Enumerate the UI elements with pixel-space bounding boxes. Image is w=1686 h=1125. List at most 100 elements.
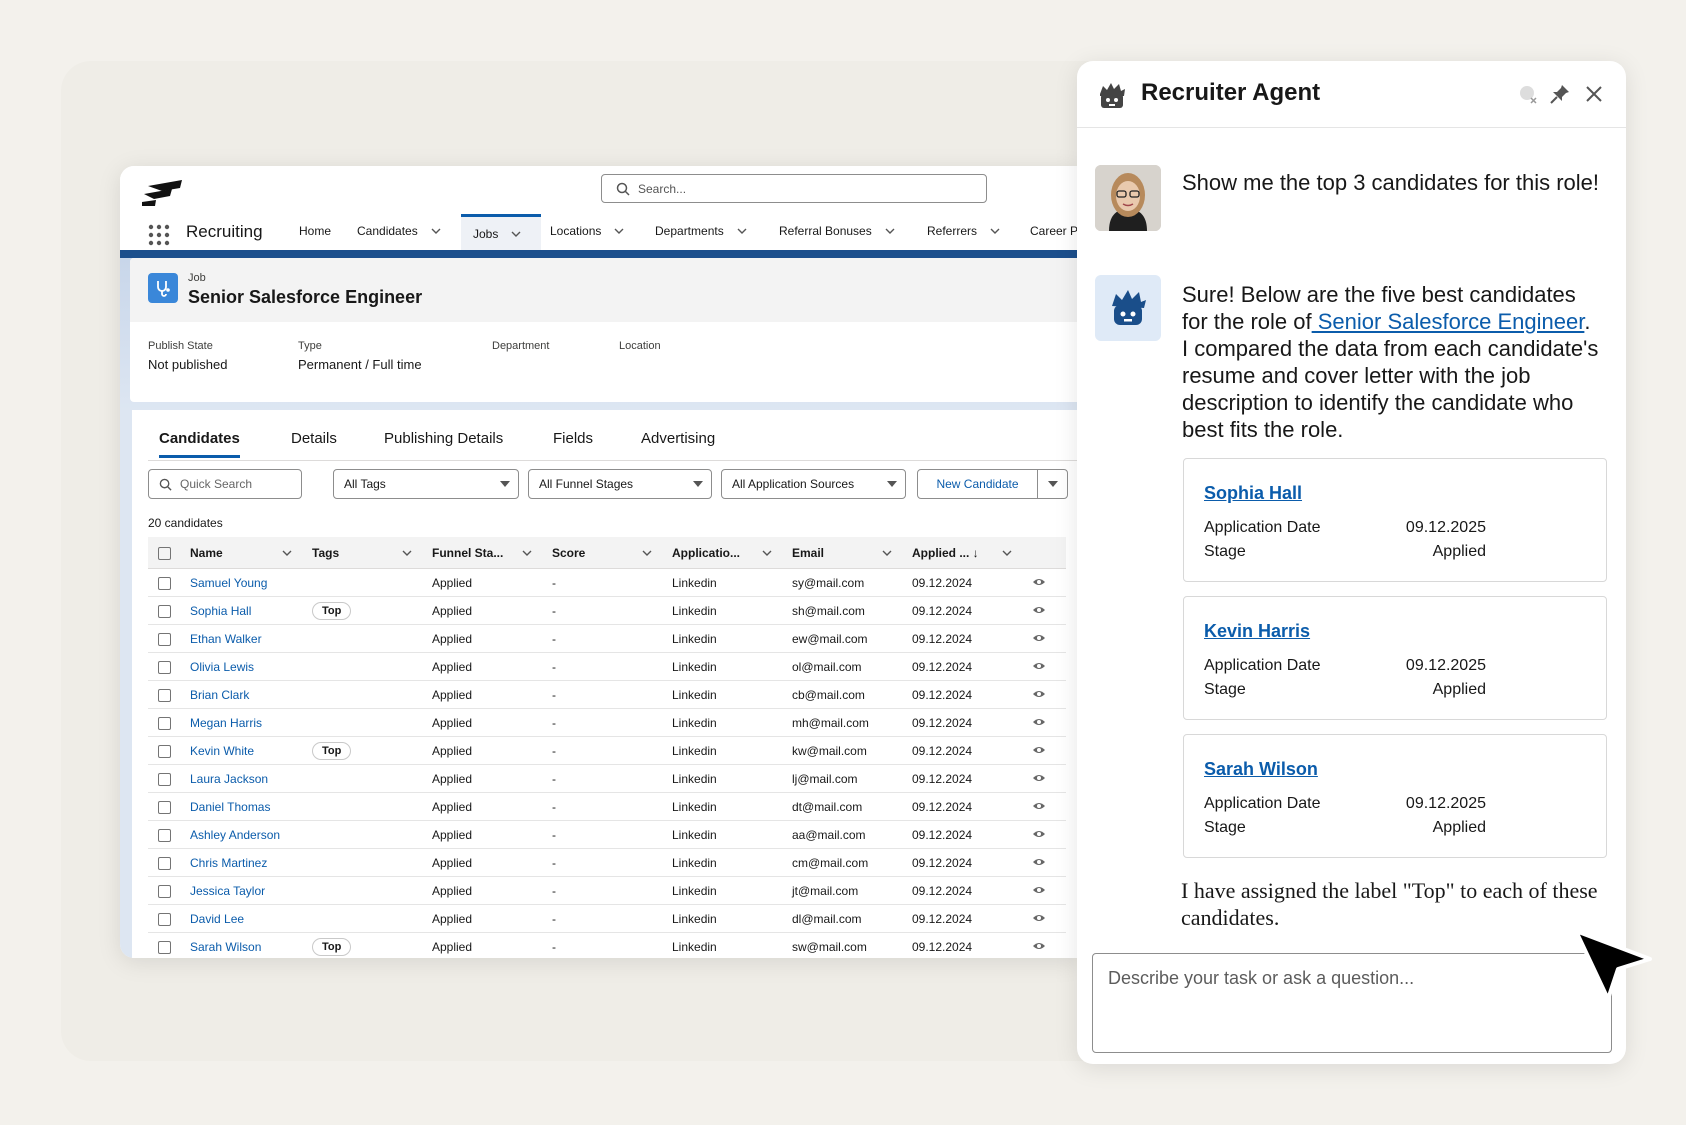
eye-icon[interactable]	[1032, 633, 1046, 643]
tab-publishing-details[interactable]: Publishing Details	[384, 430, 503, 447]
row-checkbox[interactable]	[158, 940, 171, 954]
nav-item-home[interactable]: Home	[299, 214, 331, 248]
chevron-down-icon[interactable]	[736, 225, 748, 237]
tags-filter-select[interactable]: All Tags	[333, 469, 519, 499]
candidate-name-link[interactable]: Chris Martinez	[190, 856, 267, 870]
column-header-name[interactable]: Name	[180, 537, 302, 569]
candidate-name-link[interactable]: Laura Jackson	[190, 772, 268, 786]
new-candidate-button[interactable]: New Candidate	[917, 469, 1038, 499]
eye-icon[interactable]	[1032, 745, 1046, 755]
app-launcher-icon[interactable]	[148, 224, 170, 246]
chevron-down-icon[interactable]	[884, 225, 896, 237]
eye-icon[interactable]	[1032, 857, 1046, 867]
row-checkbox[interactable]	[158, 912, 171, 926]
candidate-name-link[interactable]: Sophia Hall	[1204, 483, 1302, 504]
row-checkbox[interactable]	[158, 800, 171, 814]
chevron-down-icon[interactable]	[613, 225, 625, 237]
funnel-stage-filter-select[interactable]: All Funnel Stages	[528, 469, 712, 499]
nav-item-referrers[interactable]: Referrers	[927, 214, 1001, 248]
chevron-down-icon[interactable]	[989, 225, 1001, 237]
chevron-down-icon[interactable]	[430, 225, 442, 237]
eye-icon[interactable]	[1032, 661, 1046, 671]
row-checkbox[interactable]	[158, 660, 171, 674]
eye-icon[interactable]	[1032, 689, 1046, 699]
candidate-name-link[interactable]: Kevin White	[190, 744, 254, 758]
chevron-down-icon[interactable]	[282, 548, 292, 558]
job-link[interactable]: Senior Salesforce Engineer	[1312, 309, 1585, 334]
nav-item-referral-bonuses[interactable]: Referral Bonuses	[779, 214, 896, 248]
chevron-down-icon[interactable]	[402, 548, 412, 558]
eye-icon[interactable]	[1032, 717, 1046, 727]
column-header-email[interactable]: Email	[782, 537, 902, 569]
eye-icon[interactable]	[1032, 577, 1046, 587]
nav-item-locations[interactable]: Locations	[550, 214, 625, 248]
candidate-name-link[interactable]: Sarah Wilson	[190, 940, 261, 954]
chevron-down-icon[interactable]	[882, 548, 892, 558]
row-checkbox[interactable]	[158, 884, 171, 898]
candidate-name-link[interactable]: Daniel Thomas	[190, 800, 270, 814]
candidate-name-link[interactable]: Jessica Taylor	[190, 884, 265, 898]
row-select-cell	[148, 764, 180, 793]
source-cell: Linkedin	[662, 764, 782, 793]
application-source-filter-select[interactable]: All Application Sources	[721, 469, 906, 499]
eye-icon[interactable]	[1032, 913, 1046, 923]
tab-fields[interactable]: Fields	[553, 430, 593, 447]
candidate-name-link[interactable]: Olivia Lewis	[190, 660, 254, 674]
score-cell: -	[542, 624, 662, 653]
close-icon[interactable]	[1583, 83, 1605, 105]
search-placeholder: Search...	[638, 181, 687, 196]
candidate-name-link[interactable]: Brian Clark	[190, 688, 249, 702]
column-header-application-source[interactable]: Applicatio...	[662, 537, 782, 569]
eye-icon[interactable]	[1032, 885, 1046, 895]
eye-icon[interactable]	[1032, 773, 1046, 783]
row-checkbox[interactable]	[158, 604, 171, 618]
nav-item-career[interactable]: Career P	[1030, 214, 1078, 248]
quick-search-input[interactable]: Quick Search	[148, 469, 302, 499]
select-value: All Application Sources	[732, 477, 855, 491]
candidate-name-link[interactable]: Sarah Wilson	[1204, 759, 1318, 780]
nav-item-departments[interactable]: Departments	[655, 214, 748, 248]
candidate-name-link[interactable]: David Lee	[190, 912, 244, 926]
candidate-name-link[interactable]: Sophia Hall	[190, 604, 251, 618]
candidate-name-link[interactable]: Kevin Harris	[1204, 621, 1310, 642]
row-checkbox[interactable]	[158, 576, 171, 590]
tab-details[interactable]: Details	[291, 430, 337, 447]
eye-icon[interactable]	[1032, 605, 1046, 615]
agent-prompt-input[interactable]: Describe your task or ask a question...	[1092, 953, 1612, 1053]
candidate-name-link[interactable]: Megan Harris	[190, 716, 262, 730]
chevron-down-icon[interactable]	[642, 548, 652, 558]
pin-icon[interactable]	[1549, 83, 1571, 105]
row-checkbox[interactable]	[158, 632, 171, 646]
chevron-down-icon[interactable]	[510, 228, 522, 240]
score-cell: -	[542, 736, 662, 765]
row-checkbox[interactable]	[158, 716, 171, 730]
row-checkbox[interactable]	[158, 744, 171, 758]
new-candidate-menu-button[interactable]	[1037, 469, 1068, 499]
nav-item-jobs[interactable]: Jobs	[461, 214, 541, 250]
eye-icon[interactable]	[1032, 829, 1046, 839]
row-checkbox[interactable]	[158, 688, 171, 702]
eye-icon[interactable]	[1032, 801, 1046, 811]
hide-agent-icon[interactable]	[1517, 83, 1539, 105]
select-all-checkbox[interactable]	[158, 546, 171, 560]
tab-advertising[interactable]: Advertising	[641, 430, 715, 447]
chevron-down-icon[interactable]	[522, 548, 532, 558]
candidate-name-link[interactable]: Ethan Walker	[190, 632, 262, 646]
column-header-score[interactable]: Score	[542, 537, 662, 569]
chevron-down-icon[interactable]	[1002, 548, 1012, 558]
candidate-name-link[interactable]: Ashley Anderson	[190, 828, 280, 842]
row-checkbox[interactable]	[158, 856, 171, 870]
eye-icon[interactable]	[1032, 941, 1046, 951]
column-header-funnel-stage[interactable]: Funnel Sta...	[422, 537, 542, 569]
chevron-down-icon[interactable]	[762, 548, 772, 558]
global-search-input[interactable]: Search...	[601, 174, 987, 203]
caret-down-icon	[500, 481, 510, 487]
candidate-name-link[interactable]: Samuel Young	[190, 576, 267, 590]
row-checkbox[interactable]	[158, 828, 171, 842]
score-cell: -	[542, 596, 662, 625]
nav-item-candidates[interactable]: Candidates	[357, 214, 442, 248]
column-header-applied[interactable]: Applied ... ↓	[902, 537, 1022, 569]
tab-candidates[interactable]: Candidates	[159, 430, 240, 458]
row-checkbox[interactable]	[158, 772, 171, 786]
column-header-tags[interactable]: Tags	[302, 537, 422, 569]
